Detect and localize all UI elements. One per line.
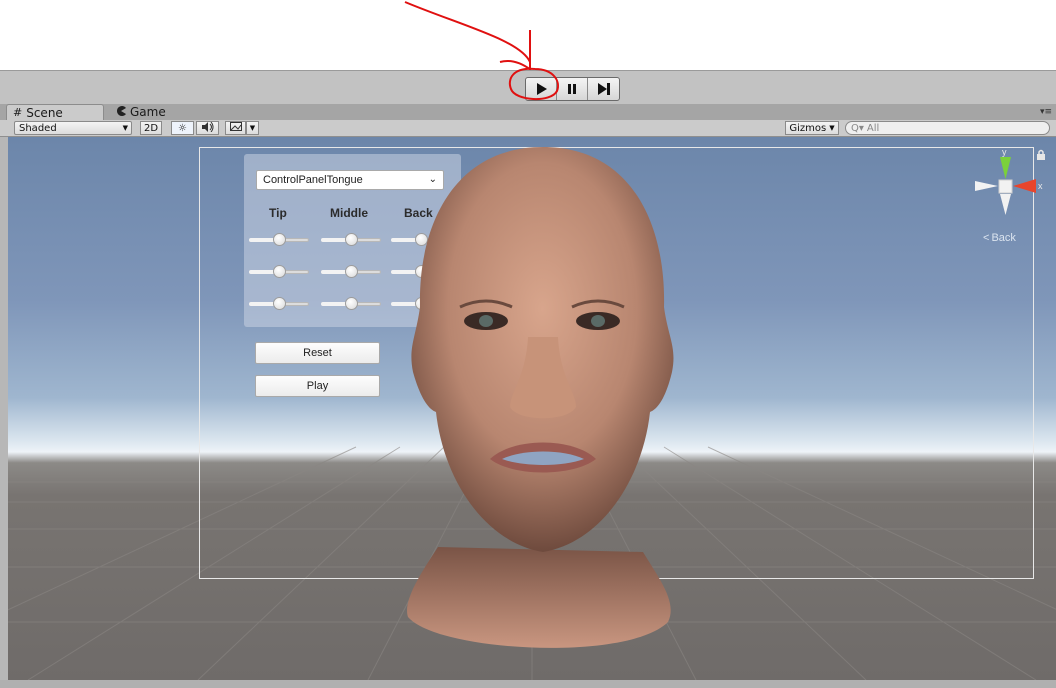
pause-icon — [568, 84, 576, 94]
gizmo-x-label: x — [1038, 181, 1043, 191]
search-icon: Q▾ — [851, 122, 864, 134]
caret-down-icon: ▼ — [829, 124, 835, 132]
dropdown-value: ControlPanelTongue — [263, 174, 363, 186]
column-label-tip: Tip — [269, 206, 287, 220]
effects-toggle-button[interactable] — [225, 121, 246, 135]
panel-menu-icon[interactable]: ▾≡ — [1040, 107, 1052, 117]
slider[interactable] — [321, 297, 381, 310]
ui-play-label: Play — [306, 380, 329, 392]
step-button[interactable] — [588, 78, 619, 100]
head-model — [407, 147, 674, 648]
slider-handle[interactable] — [345, 265, 358, 278]
slider-handle[interactable] — [273, 297, 286, 310]
scene-viewport[interactable]: ControlPanelTongue ⌄ Tip Middle Back Res… — [8, 137, 1056, 680]
tab-scene-label: Scene — [26, 105, 63, 120]
view-back-label: < Back — [983, 232, 1016, 244]
left-edge — [0, 137, 8, 688]
slider[interactable] — [321, 233, 381, 246]
caret-down-icon: ▼ — [122, 124, 128, 132]
tab-game-label: Game — [130, 105, 166, 119]
column-label-middle: Middle — [330, 206, 368, 220]
red-circle-annotation — [508, 67, 559, 100]
slider-handle[interactable] — [273, 265, 286, 278]
gizmos-dropdown[interactable]: Gizmos ▼ — [785, 121, 839, 135]
caret-down-icon: ▼ — [249, 124, 256, 132]
tab-game[interactable]: Game — [110, 104, 172, 120]
pacman-icon — [116, 105, 126, 119]
audio-toggle-button[interactable] — [196, 121, 219, 135]
lock-icon[interactable] — [1036, 149, 1046, 161]
toggle-2d-button[interactable]: 2D — [140, 121, 162, 135]
grid-icon: # — [13, 106, 23, 119]
view-tabs: # Scene Game ▾≡ — [0, 104, 1056, 120]
back-label-text: Back — [991, 232, 1016, 244]
search-input[interactable]: Q▾ All — [845, 121, 1050, 135]
ui-play-button[interactable]: Play — [255, 375, 380, 397]
reset-button[interactable]: Reset — [255, 342, 380, 364]
slider[interactable] — [249, 297, 309, 310]
scene-toolbar: Shaded ▼ 2D ☼ ▼ Gizmos ▼ Q▾ All — [0, 120, 1056, 137]
step-icon — [597, 83, 610, 95]
annotation-area — [0, 0, 1056, 71]
reset-label: Reset — [303, 347, 332, 359]
tab-scene[interactable]: # Scene — [6, 104, 104, 120]
gizmo-y-label: y — [1002, 147, 1007, 157]
gizmos-label: Gizmos — [789, 122, 827, 134]
lighting-toggle-button[interactable]: ☼ — [171, 121, 194, 135]
sun-icon: ☼ — [178, 122, 187, 134]
chevron-left-icon: < — [983, 232, 990, 244]
slider-handle[interactable] — [345, 233, 358, 246]
shading-mode-dropdown[interactable]: Shaded ▼ — [14, 121, 132, 135]
bottom-edge — [0, 680, 1056, 688]
slider-handle[interactable] — [273, 233, 286, 246]
slider[interactable] — [249, 265, 309, 278]
toggle-2d-label: 2D — [143, 122, 159, 134]
slider[interactable] — [249, 233, 309, 246]
search-placeholder: All — [866, 122, 880, 134]
shading-mode-value: Shaded — [19, 122, 57, 134]
speaker-icon — [201, 121, 215, 135]
slider-handle[interactable] — [345, 297, 358, 310]
slider[interactable] — [321, 265, 381, 278]
image-icon — [229, 122, 242, 134]
effects-dropdown[interactable]: ▼ — [246, 121, 259, 135]
